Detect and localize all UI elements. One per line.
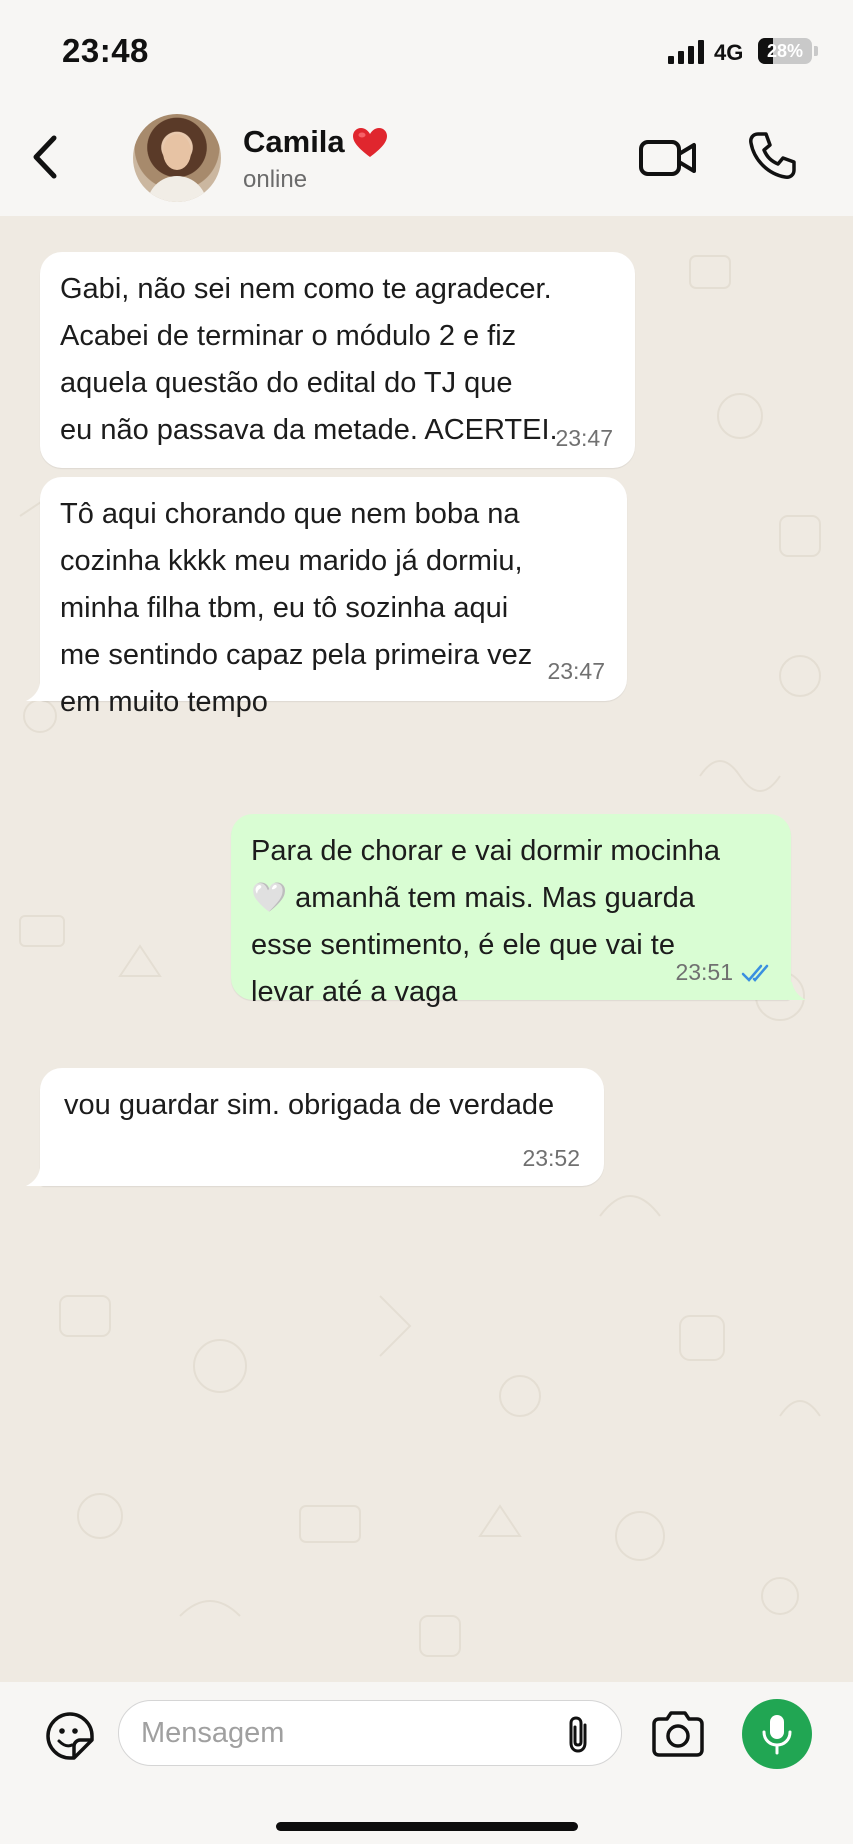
- camera-icon[interactable]: [650, 1710, 706, 1758]
- phone-icon[interactable]: [746, 130, 798, 182]
- message-input-bar: Mensagem: [0, 1682, 853, 1844]
- microphone-button[interactable]: [742, 1699, 812, 1769]
- contact-status: online: [243, 166, 308, 193]
- battery-percentage: 28%: [766, 41, 804, 61]
- microphone-icon: [762, 1715, 792, 1755]
- message-bubble-incoming[interactable]: Tô aqui chorando que nem boba na cozinha…: [40, 477, 627, 718]
- contact-avatar[interactable]: [133, 114, 221, 202]
- message-text: vou guardar sim. obrigada de verdade: [64, 1089, 555, 1121]
- status-time: 23:48: [62, 32, 149, 69]
- battery-icon: 28%: [758, 38, 812, 64]
- red-heart-icon: [353, 128, 387, 157]
- avatar-shirt: [147, 176, 207, 202]
- paperclip-icon[interactable]: [563, 1715, 597, 1755]
- message-bubble-outgoing[interactable]: Para de chorar e vai dormir mocinha 🤍 am…: [231, 814, 791, 1008]
- signal-icon: [668, 40, 704, 64]
- sticker-icon[interactable]: [44, 1710, 96, 1762]
- home-indicator[interactable]: [276, 1822, 578, 1831]
- bubble-tail: [788, 982, 806, 1000]
- message-text: Para de chorar e vai dormir mocinha 🤍 am…: [251, 835, 721, 1008]
- video-camera-icon[interactable]: [638, 134, 698, 182]
- message-text: Tô aqui chorando que nem boba na cozinha…: [60, 498, 533, 718]
- double-check-icon: [741, 964, 769, 982]
- message-placeholder: Mensagem: [141, 1717, 285, 1749]
- message-time: 23:47: [547, 658, 605, 684]
- chat-header: Camila online: [0, 98, 853, 216]
- back-arrow-icon[interactable]: [26, 132, 70, 182]
- message-input[interactable]: Mensagem: [118, 1700, 622, 1766]
- message-time: 23:51: [675, 959, 733, 985]
- avatar-face: [163, 134, 191, 170]
- message-time: 23:47: [555, 425, 613, 451]
- battery-cap: [814, 46, 818, 56]
- network-label: 4G: [714, 40, 744, 65]
- chat-area[interactable]: Gabi, não sei nem como te agradecer. Aca…: [0, 216, 853, 1682]
- bubble-tail: [26, 683, 44, 701]
- contact-name[interactable]: Camila: [243, 124, 345, 160]
- message-bubble-incoming[interactable]: Gabi, não sei nem como te agradecer. Aca…: [40, 252, 635, 468]
- message-time: 23:52: [522, 1145, 580, 1171]
- message-text: Gabi, não sei nem como te agradecer. Aca…: [60, 273, 558, 446]
- message-bubble-incoming[interactable]: vou guardar sim. obrigada de verdade 23:…: [40, 1068, 604, 1186]
- status-bar: 23:48 4G 28%: [0, 0, 853, 98]
- bubble-tail: [26, 1168, 44, 1186]
